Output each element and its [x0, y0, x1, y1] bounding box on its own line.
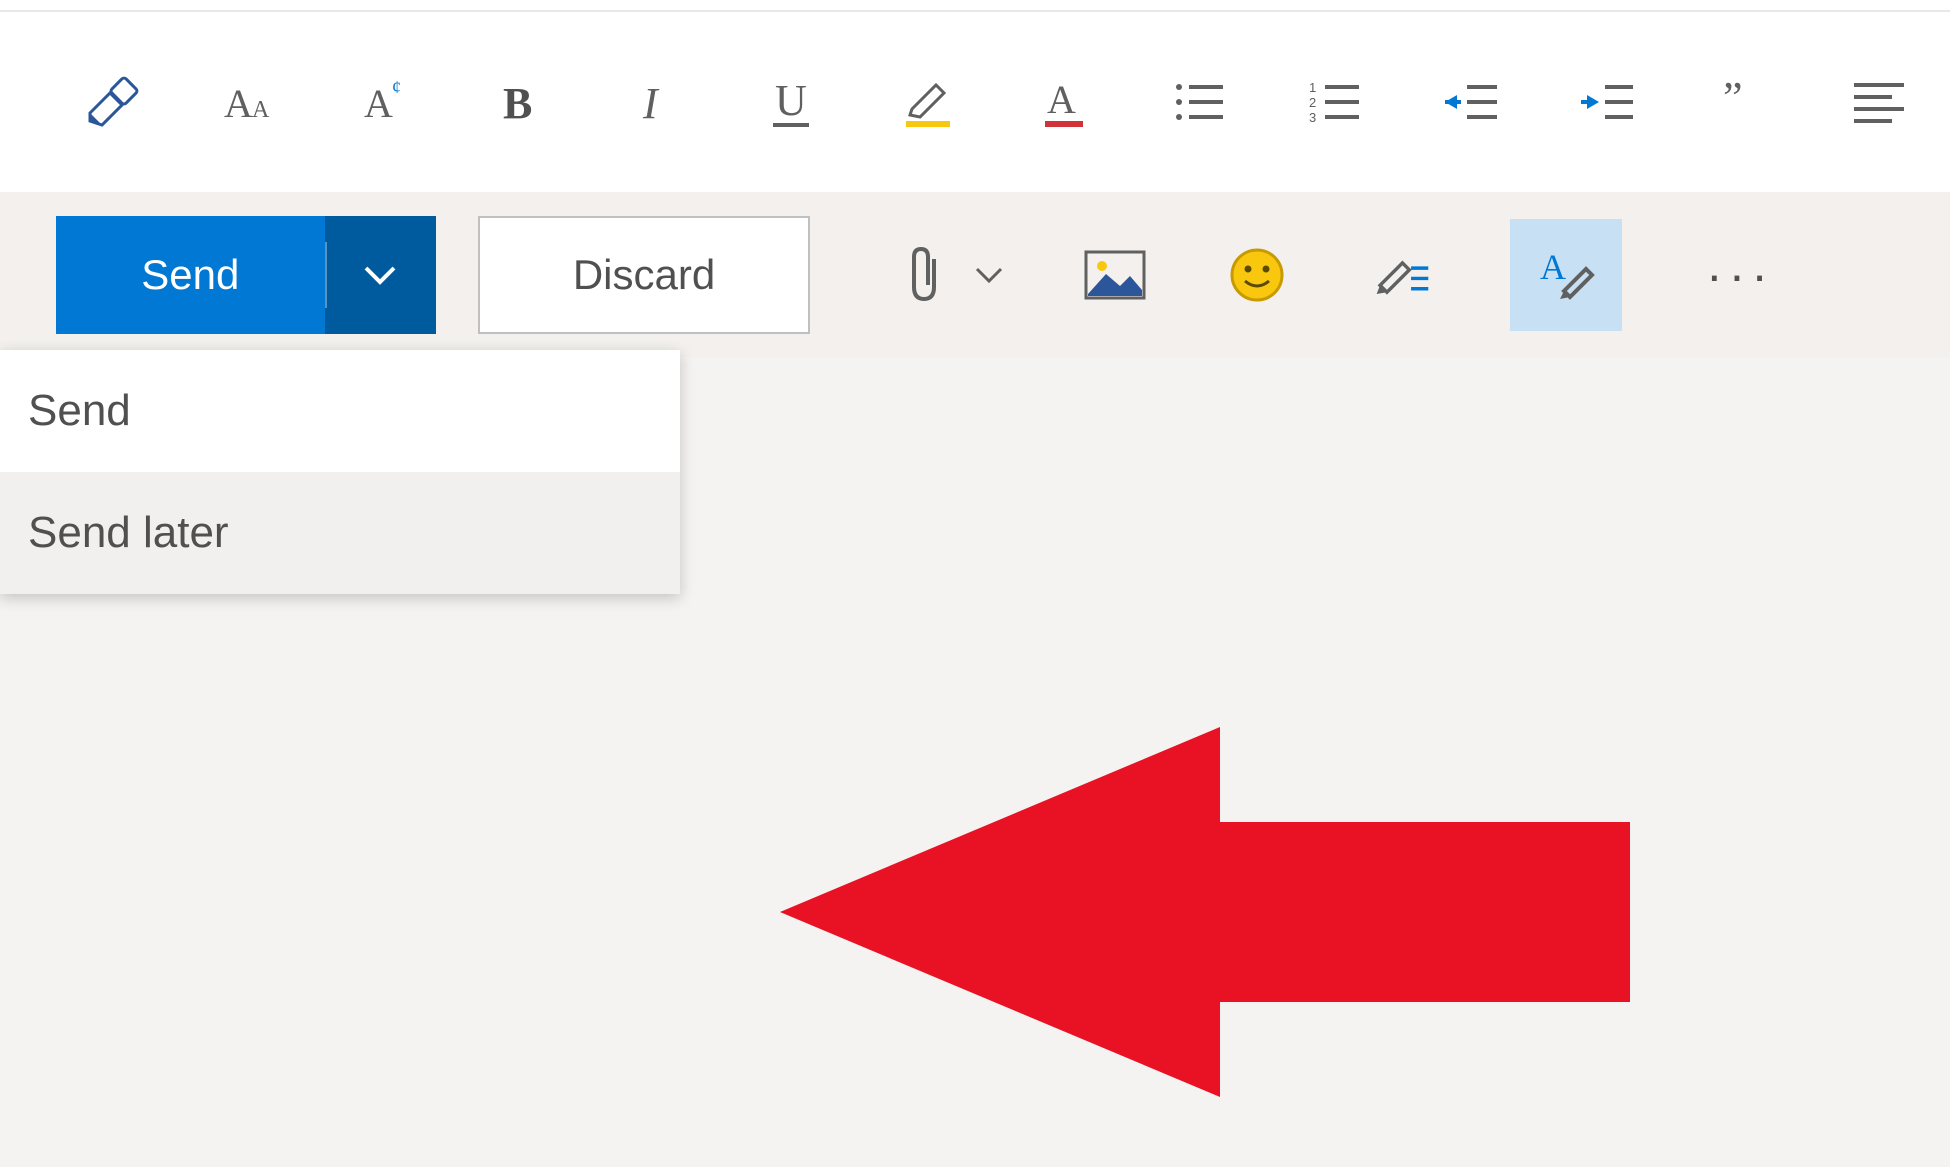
align-button[interactable]: [1848, 71, 1910, 133]
svg-text:A: A: [1047, 77, 1076, 122]
more-actions-button[interactable]: ···: [1706, 246, 1774, 304]
formatting-toolbar: A A A ¢ B I U A: [0, 12, 1950, 192]
svg-text:U: U: [775, 76, 807, 125]
window-top-border: [0, 0, 1950, 12]
italic-button[interactable]: I: [624, 71, 686, 133]
bold-icon: B: [495, 78, 543, 126]
bulleted-list-icon: [1173, 81, 1225, 123]
send-menu-item-send-later[interactable]: Send later: [0, 472, 680, 594]
bold-button[interactable]: B: [488, 71, 550, 133]
svg-text:¢: ¢: [392, 77, 401, 97]
insert-signature-button[interactable]: [1368, 244, 1430, 306]
align-icon: [1852, 81, 1906, 123]
send-split-button: Send Send Send later: [56, 216, 436, 334]
decrease-indent-button[interactable]: [1440, 71, 1502, 133]
svg-text:1: 1: [1309, 81, 1316, 95]
signature-icon: [1368, 249, 1430, 301]
svg-text:A: A: [1540, 247, 1566, 287]
svg-text:A: A: [364, 81, 393, 126]
picture-icon: [1084, 250, 1146, 300]
highlight-button[interactable]: [896, 71, 958, 133]
format-painter-button[interactable]: [80, 71, 142, 133]
send-button-label: Send: [141, 251, 239, 299]
send-menu-item-send-later-label: Send later: [28, 508, 229, 558]
emoji-icon: [1229, 247, 1285, 303]
insert-emoji-button[interactable]: [1226, 244, 1288, 306]
chevron-down-icon: [362, 264, 398, 286]
attach-button[interactable]: [904, 245, 1004, 305]
quote-button[interactable]: ”: [1712, 71, 1774, 133]
svg-text:B: B: [503, 79, 532, 126]
chevron-down-icon: [974, 266, 1004, 284]
svg-text:2: 2: [1309, 95, 1316, 110]
insert-picture-button[interactable]: [1084, 244, 1146, 306]
send-menu-item-send[interactable]: Send: [0, 350, 680, 472]
send-menu-item-send-label: Send: [28, 386, 131, 436]
decrease-indent-icon: [1443, 81, 1499, 123]
ellipsis-icon: ···: [1706, 247, 1774, 303]
svg-text:I: I: [642, 79, 660, 126]
send-dropdown-button[interactable]: [325, 216, 436, 334]
send-dropdown-menu: Send Send later: [0, 350, 680, 594]
font-size-button[interactable]: A A: [216, 71, 278, 133]
bulleted-list-button[interactable]: [1168, 71, 1230, 133]
send-button[interactable]: Send: [56, 216, 325, 334]
font-color-icon: A: [1039, 73, 1087, 131]
svg-text:A: A: [224, 81, 253, 126]
italic-icon: I: [631, 78, 679, 126]
clear-formatting-icon: A ¢: [354, 73, 412, 131]
toggle-formatting-button[interactable]: A: [1510, 219, 1622, 331]
font-size-icon: A A: [218, 73, 276, 131]
underline-button[interactable]: U: [760, 71, 822, 133]
numbered-list-icon: 1 2 3: [1309, 81, 1361, 123]
clear-formatting-button[interactable]: A ¢: [352, 71, 414, 133]
formatting-toggle-icon: A: [1534, 243, 1598, 307]
discard-button[interactable]: Discard: [478, 216, 810, 334]
action-toolbar: Send Send Send later Discard: [0, 192, 1950, 357]
quote-icon: ”: [1721, 80, 1765, 124]
format-painter-icon: [82, 73, 140, 131]
discard-button-label: Discard: [573, 251, 715, 299]
numbered-list-button[interactable]: 1 2 3: [1304, 71, 1366, 133]
annotation-arrow-icon: [780, 727, 1640, 1097]
highlight-icon: [898, 73, 956, 131]
increase-indent-button[interactable]: [1576, 71, 1638, 133]
underline-icon: U: [767, 75, 815, 129]
paperclip-icon: [904, 245, 944, 305]
increase-indent-icon: [1579, 81, 1635, 123]
svg-text:”: ”: [1723, 80, 1743, 122]
svg-text:3: 3: [1309, 110, 1316, 123]
font-color-button[interactable]: A: [1032, 71, 1094, 133]
svg-text:A: A: [252, 97, 270, 123]
